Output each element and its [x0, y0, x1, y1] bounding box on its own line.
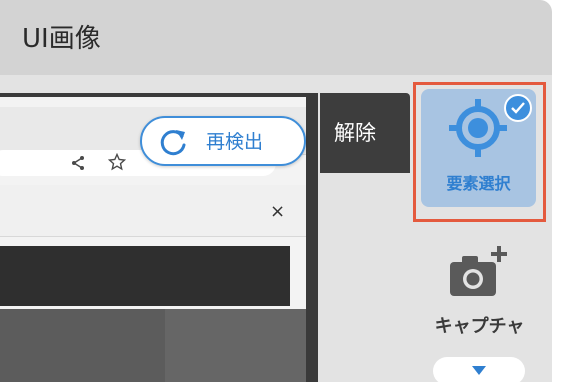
capture-label: キャプチャ [434, 316, 525, 337]
window-edge [552, 0, 564, 382]
rescan-label: 再検出 [206, 131, 264, 153]
release-label: 解除 [334, 121, 376, 145]
capture-options-dropdown[interactable] [433, 357, 525, 382]
selected-check-badge [504, 94, 532, 122]
lower-panel-right [165, 309, 306, 382]
chevron-down-icon [472, 366, 486, 375]
dark-panel [0, 246, 290, 306]
capture-button[interactable]: キャプチャ [413, 240, 546, 352]
element-select-label: 要素選択 [446, 174, 511, 193]
rescan-button[interactable]: 再検出 [140, 116, 306, 166]
title-bar: UI画像 [0, 0, 552, 75]
star-icon [107, 152, 127, 171]
browser-tab-bar [0, 185, 306, 237]
check-icon [511, 102, 525, 114]
refresh-icon [160, 130, 186, 156]
close-icon: × [270, 201, 286, 222]
release-button[interactable]: 解除 [320, 93, 410, 173]
ui-image-window: UI画像 × 再検出 解除 要素選択 キャプチャ [0, 0, 552, 382]
target-icon [449, 99, 507, 157]
element-select-button[interactable]: 要素選択 [421, 89, 536, 207]
camera-plus-icon [450, 246, 507, 296]
share-icon [70, 155, 86, 171]
window-title: UI画像 [22, 24, 101, 54]
